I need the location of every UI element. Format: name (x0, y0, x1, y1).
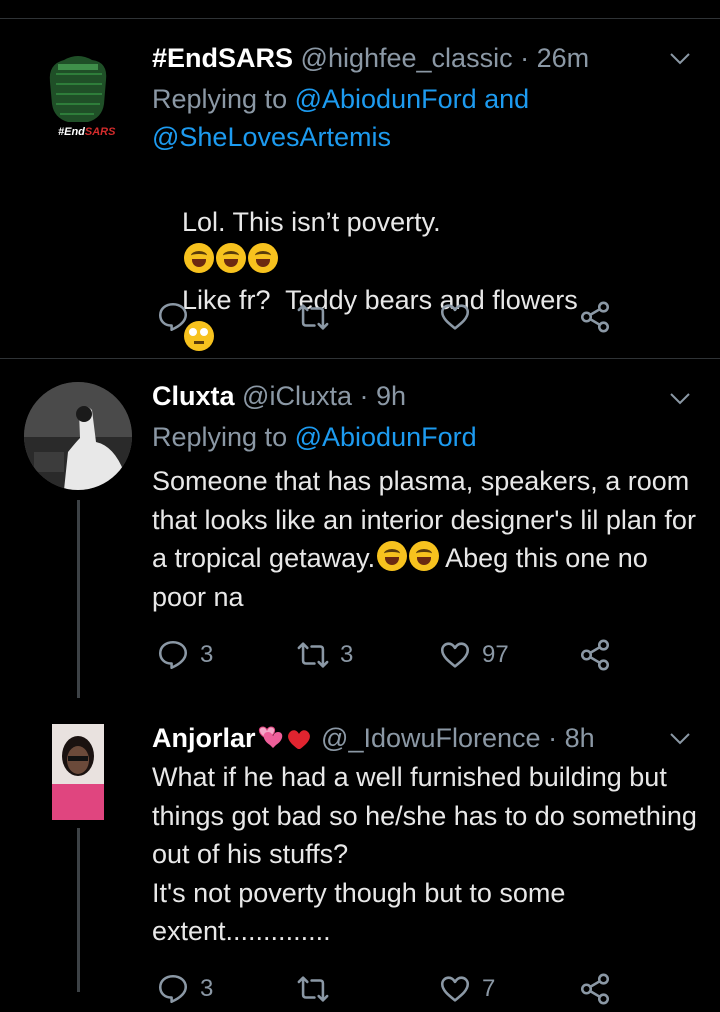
mention-sheloves-artemis[interactable]: @SheLovesArtemis (152, 122, 391, 152)
tweet-text: Someone that has plasma, speakers, a roo… (152, 462, 700, 616)
tweet-text-line1: Lol. This isn’t poverty. (182, 206, 441, 237)
avatar-endsars[interactable]: #EndSARS (28, 44, 126, 142)
share-icon (580, 639, 610, 671)
user-handle[interactable]: @_IdowuFlorence (321, 723, 541, 753)
retweet-button[interactable] (296, 972, 330, 1006)
thread-line (77, 500, 80, 698)
display-name[interactable]: #EndSARS (152, 43, 293, 73)
tweet-actions: 3 7 (152, 972, 632, 1012)
replying-to: Replying to @AbiodunFord (152, 418, 477, 456)
reply-icon (158, 974, 188, 1004)
share-button[interactable] (578, 972, 612, 1006)
share-button[interactable] (578, 300, 612, 334)
separator: · (548, 723, 558, 753)
reply-count: 3 (200, 641, 214, 668)
tweet-actions: 3 3 97 (152, 638, 632, 678)
like-button[interactable]: 7 (438, 972, 495, 1006)
retweet-button[interactable] (296, 300, 330, 334)
tweet-actions (152, 300, 632, 340)
chevron-down-icon[interactable] (668, 726, 692, 750)
like-button[interactable]: 97 (438, 638, 509, 672)
replying-to-label: Replying to (152, 84, 288, 114)
retweet-icon (297, 976, 329, 1002)
display-name[interactable]: Cluxta (152, 381, 235, 411)
share-icon (580, 301, 610, 333)
tweet-cluxta[interactable]: Cluxta @iCluxta · 9h Replying to @Abiodu… (0, 358, 720, 698)
chevron-down-icon[interactable] (668, 386, 692, 410)
like-button[interactable] (438, 300, 472, 334)
like-icon (440, 642, 470, 668)
tears-of-joy-emoji-icon (409, 541, 440, 571)
reply-icon (158, 640, 188, 670)
separator: · (520, 43, 530, 73)
share-icon (580, 973, 610, 1005)
avatar-label: #End (58, 126, 85, 138)
thread-line (77, 828, 80, 992)
reply-icon (158, 302, 188, 332)
tweet-anjorlar[interactable]: Anjorlar @_IdowuFlorence · 8h What if he… (0, 698, 720, 1005)
reply-button[interactable] (156, 300, 190, 334)
heart-emojis (258, 726, 310, 749)
mention-abiodunford[interactable]: @AbiodunFord (295, 84, 477, 114)
avatar-label-red: SARS (84, 126, 116, 138)
user-handle[interactable]: @iCluxta (242, 381, 352, 411)
tweet-endsars[interactable]: #EndSARS #EndSARS @highfee_classic · 26m… (0, 0, 720, 358)
timestamp[interactable]: 26m (537, 43, 590, 73)
reply-button[interactable]: 3 (156, 638, 213, 672)
anjorlar-profile-photo (52, 724, 104, 820)
timestamp[interactable]: 8h (565, 723, 595, 753)
mention-abiodunford[interactable]: @AbiodunFord (295, 422, 477, 452)
cluxta-profile-photo (24, 382, 132, 490)
tears-of-joy-emoji-icon (377, 541, 408, 571)
separator: · (359, 381, 369, 411)
avatar-anjorlar[interactable] (52, 724, 104, 820)
replying-to: Replying to @AbiodunFord and @SheLovesAr… (152, 80, 529, 156)
avatar-cluxta[interactable] (24, 382, 132, 490)
retweet-icon (297, 642, 329, 668)
retweet-count: 3 (340, 641, 354, 668)
share-button[interactable] (578, 638, 612, 672)
two-hearts-emoji-icon (256, 723, 314, 751)
reply-count: 3 (200, 975, 214, 1002)
like-icon (440, 976, 470, 1002)
reply-button[interactable]: 3 (156, 972, 213, 1006)
like-icon (440, 304, 470, 330)
like-count: 97 (482, 641, 509, 668)
replying-to-label: Replying to (152, 422, 288, 452)
chevron-down-icon[interactable] (668, 46, 692, 70)
like-count: 7 (482, 975, 496, 1002)
display-name[interactable]: Anjorlar (152, 723, 256, 753)
mention-and: and (484, 84, 530, 114)
tweet-header: #EndSARS @highfee_classic · 26m (152, 40, 589, 76)
user-handle[interactable]: @highfee_classic (301, 43, 513, 73)
tweet-text: What if he had a well furnished building… (152, 762, 697, 946)
tweet-header: Anjorlar @_IdowuFlorence · 8h (152, 720, 595, 756)
retweet-button[interactable]: 3 (296, 638, 353, 672)
retweet-icon (297, 304, 329, 330)
tweet-header: Cluxta @iCluxta · 9h (152, 378, 406, 414)
timestamp[interactable]: 9h (376, 381, 406, 411)
